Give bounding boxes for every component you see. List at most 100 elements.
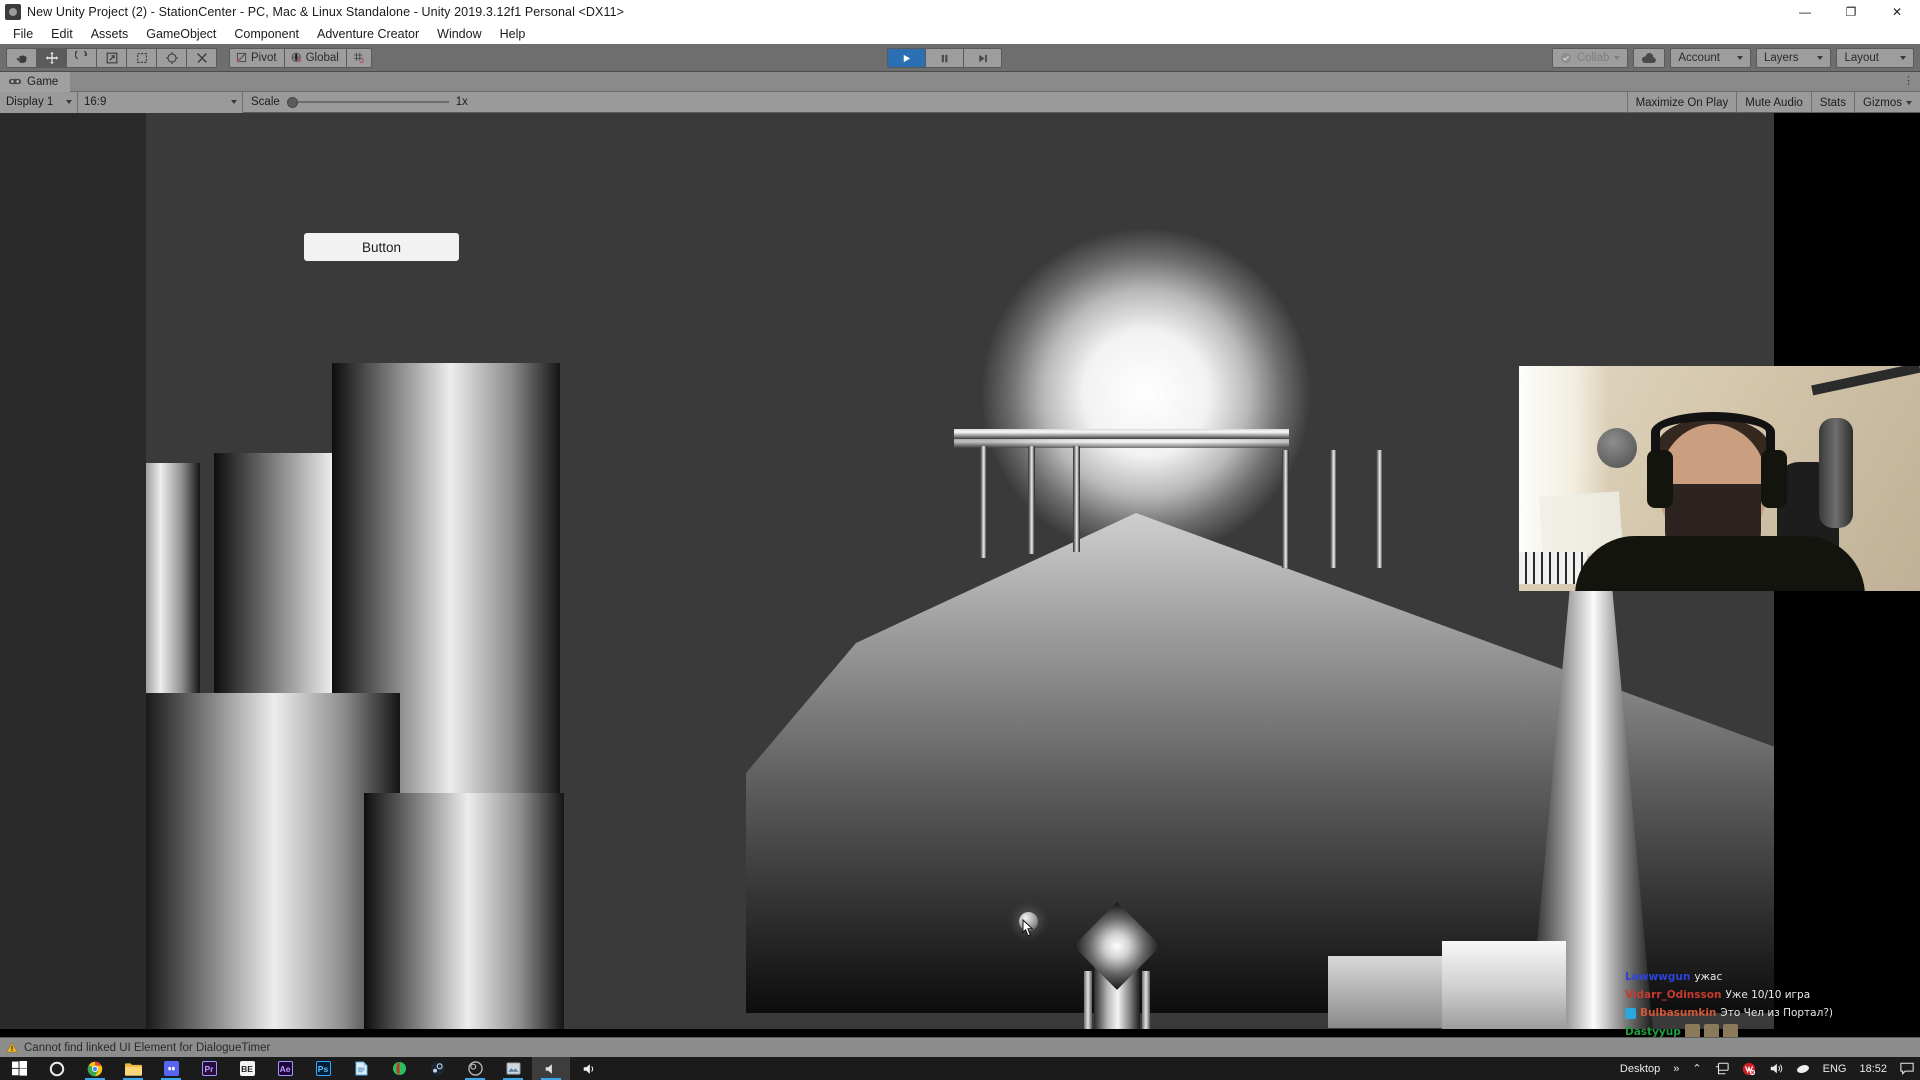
custom-editor-tool-button[interactable] <box>186 47 217 68</box>
scale-slider-knob[interactable] <box>286 96 298 108</box>
stats-toggle[interactable]: Stats <box>1810 92 1854 113</box>
volume-app-button[interactable] <box>570 1057 608 1080</box>
collab-button[interactable]: Collab <box>1551 48 1629 68</box>
transform-tool-button[interactable] <box>156 47 187 68</box>
network-icon[interactable] <box>1709 1057 1735 1080</box>
unity-taskbar-icon <box>506 1061 520 1075</box>
menu-file[interactable]: File <box>4 25 42 43</box>
playback-controls <box>887 48 1002 68</box>
start-button[interactable] <box>0 1057 38 1080</box>
google-chrome-button[interactable] <box>76 1057 114 1080</box>
display-dropdown[interactable]: Display 1 <box>0 91 78 113</box>
account-button[interactable]: Account <box>1670 48 1751 68</box>
discord-button[interactable] <box>152 1057 190 1080</box>
adobe-premiere-button[interactable]: Pr <box>190 1057 228 1080</box>
opera-browser-button[interactable] <box>380 1057 418 1080</box>
menu-adventure-creator[interactable]: Adventure Creator <box>308 25 428 43</box>
cloud-button[interactable] <box>1633 48 1666 68</box>
chat-line: Lawwwgun ужас <box>1625 968 1855 986</box>
tab-game-label: Game <box>27 75 59 88</box>
game-view[interactable]: Button Menu Lawwwgun ужас <box>0 113 1920 1037</box>
layers-button[interactable]: Layers <box>1755 48 1832 68</box>
menu-assets[interactable]: Assets <box>82 25 138 43</box>
step-button[interactable] <box>963 48 1002 68</box>
tray-overflow-icon[interactable]: » <box>1667 1057 1685 1080</box>
clock[interactable]: 18:52 <box>1853 1057 1893 1080</box>
rail-post-2 <box>1028 446 1035 554</box>
menu-edit[interactable]: Edit <box>42 25 82 43</box>
game-letterbox-left <box>0 113 146 1029</box>
document-icon <box>354 1061 368 1076</box>
mouse-cursor <box>1022 919 1034 937</box>
unity-editor-button[interactable] <box>494 1057 532 1080</box>
scale-control: Scale 1x <box>243 96 476 108</box>
webcam-speaker <box>1597 428 1637 468</box>
menu-gameobject[interactable]: GameObject <box>137 25 225 43</box>
layout-button[interactable]: Layout <box>1836 48 1914 68</box>
windows-logo-icon <box>11 1061 27 1076</box>
window-title: New Unity Project (2) - StationCenter - … <box>27 4 625 19</box>
chevron-down-icon <box>66 100 72 104</box>
maximize-button[interactable]: ❐ <box>1828 0 1874 23</box>
desktop-peek-label[interactable]: Desktop <box>1614 1057 1666 1080</box>
unity-icon <box>5 3 21 20</box>
rotate-tool-button[interactable] <box>66 47 97 68</box>
chevron-down-icon <box>1736 56 1743 60</box>
adobe-photoshop-button[interactable]: Ps <box>304 1057 342 1080</box>
obs-studio-button[interactable] <box>456 1057 494 1080</box>
move-tool-button[interactable] <box>36 47 67 68</box>
audio-mixer-button[interactable] <box>532 1057 570 1080</box>
far-post-3 <box>1376 450 1383 568</box>
antivirus-icon[interactable] <box>1736 1057 1762 1080</box>
menu-help[interactable]: Help <box>491 25 535 43</box>
menu-window[interactable]: Window <box>428 25 490 43</box>
pause-button[interactable] <box>925 48 964 68</box>
close-button[interactable]: ✕ <box>1874 0 1920 23</box>
grid-snapping-button[interactable] <box>345 47 372 68</box>
tab-game[interactable]: Game <box>0 71 71 92</box>
panel-tab-bar: Game ⋮ <box>0 71 1920 92</box>
tray-extra-icon[interactable] <box>1790 1057 1816 1080</box>
hand-tool-button[interactable] <box>6 47 37 68</box>
text-editor-button[interactable] <box>342 1057 380 1080</box>
menu-component[interactable]: Component <box>225 25 308 43</box>
gizmos-label: Gizmos <box>1863 96 1902 109</box>
chat-emote-icon <box>1703 1024 1719 1037</box>
premiere-icon: Pr <box>201 1061 217 1076</box>
rect-tool-button[interactable] <box>126 47 157 68</box>
stream-chat-overlay: Lawwwgun ужас Vidarr_Odinsson Уже 10/10 … <box>1625 968 1855 1037</box>
cortana-search-button[interactable] <box>38 1057 76 1080</box>
scale-tool-button[interactable] <box>96 47 127 68</box>
mute-audio-toggle[interactable]: Mute Audio <box>1736 92 1811 113</box>
aspect-ratio-dropdown[interactable]: 16:9 <box>78 91 243 113</box>
play-button[interactable] <box>887 48 926 68</box>
maximize-on-play-toggle[interactable]: Maximize On Play <box>1626 92 1737 113</box>
volume-icon[interactable] <box>1763 1057 1789 1080</box>
character-arm-left <box>1084 971 1092 1029</box>
file-explorer-button[interactable] <box>114 1057 152 1080</box>
steam-icon <box>430 1061 444 1076</box>
adobe-after-effects-button[interactable]: Ae <box>266 1057 304 1080</box>
bandicam-button[interactable]: BE <box>228 1057 266 1080</box>
steam-button[interactable] <box>418 1057 456 1080</box>
panel-menu-icon[interactable]: ⋮ <box>1903 76 1914 87</box>
bandicam-icon: BE <box>239 1061 255 1076</box>
pivot-button[interactable]: Pivot <box>229 47 285 68</box>
audio-mixer-icon <box>545 1063 552 1074</box>
show-hidden-icons-chevron[interactable]: ⌃ <box>1686 1057 1707 1080</box>
bridge-rail-top <box>954 429 1289 439</box>
language-indicator[interactable]: ENG <box>1817 1057 1853 1080</box>
system-tray: Desktop » ⌃ ENG 18:52 <box>1614 1057 1920 1080</box>
ui-button[interactable]: Button <box>304 233 459 261</box>
scale-slider[interactable] <box>286 96 449 108</box>
global-button[interactable]: Global <box>283 47 347 68</box>
layout-label: Layout <box>1844 52 1879 64</box>
rail-post-3 <box>1073 446 1080 552</box>
status-bar[interactable]: Cannot find linked UI Element for Dialog… <box>0 1037 1920 1057</box>
windows-taskbar: Pr BE Ae Ps Desktop » ⌃ ENG 18:52 <box>0 1057 1920 1080</box>
gizmos-toggle[interactable]: Gizmos <box>1854 92 1920 113</box>
bridge-rail-deck <box>954 439 1289 448</box>
transform-tools-group <box>0 47 217 68</box>
notification-icon[interactable] <box>1894 1057 1920 1080</box>
minimize-button[interactable]: — <box>1782 0 1828 23</box>
